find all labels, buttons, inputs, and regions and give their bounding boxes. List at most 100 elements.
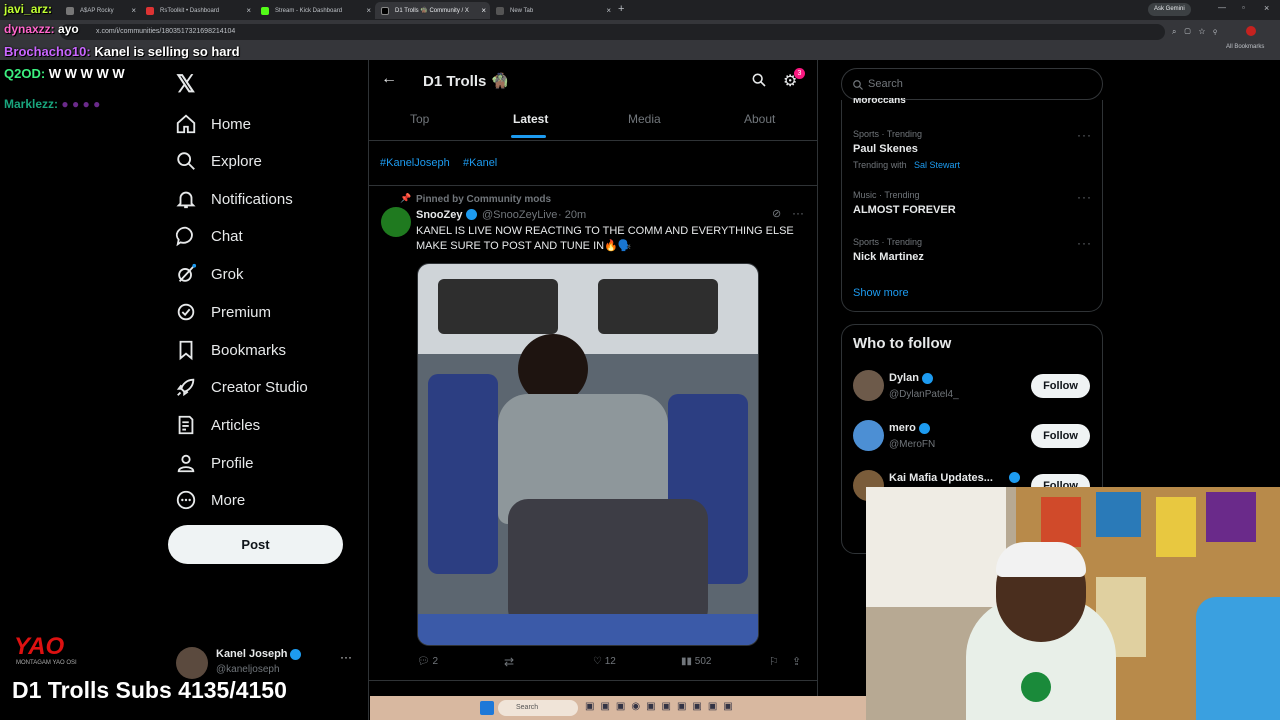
chat-message: Brochacho10: Kanel is selling so hard <box>4 44 240 59</box>
browser-tab[interactable]: A$AP Rocky × <box>60 2 140 19</box>
trend-name[interactable]: Paul Skenes <box>853 143 918 155</box>
community-title: D1 Trolls 🧌 <box>423 73 510 90</box>
taskbar-search[interactable]: Search <box>498 700 578 716</box>
webcam-chair <box>1196 597 1280 720</box>
close-window-icon[interactable]: × <box>1264 3 1269 13</box>
tab-top[interactable]: Top <box>410 112 429 126</box>
chat-username: Marklezz: <box>4 97 59 111</box>
nav-label: More <box>211 491 246 509</box>
reply-button[interactable]: 💬︎ 2 <box>417 656 438 667</box>
post-more-icon[interactable]: ··· <box>792 206 804 220</box>
browser-tab[interactable]: RsToolkit • Dashboard × <box>140 2 255 19</box>
chat-username: Q2OD: <box>4 66 46 81</box>
trend-more-icon[interactable]: ··· <box>1077 236 1092 250</box>
bookmark-icon[interactable]: ⚐ <box>769 655 779 668</box>
close-icon[interactable]: × <box>606 6 611 15</box>
chat-message: javi_arz: <box>4 2 52 16</box>
suggestion-handle[interactable]: @DylanPatel4_ <box>889 389 959 400</box>
webcam-crest <box>1021 672 1051 702</box>
trend-more-icon[interactable]: ··· <box>1077 128 1092 142</box>
profile-avatar[interactable] <box>1246 26 1256 36</box>
post-button[interactable]: Post <box>168 525 343 564</box>
post-time[interactable]: · 20m <box>558 209 586 221</box>
nav-explore[interactable]: Explore <box>175 146 262 176</box>
image-pants <box>508 499 708 629</box>
share-icon[interactable]: ⇪ <box>792 655 801 668</box>
all-bookmarks[interactable]: All Bookmarks <box>1226 44 1264 50</box>
nav-premium[interactable]: Premium <box>175 297 271 327</box>
new-tab-icon[interactable]: + <box>618 3 624 15</box>
nav-chat[interactable]: Chat <box>175 221 243 251</box>
nav-label: Bookmarks <box>211 341 287 359</box>
nav-creator-studio[interactable]: Creator Studio <box>175 372 308 402</box>
tab-favicon <box>381 6 389 15</box>
close-icon[interactable]: × <box>481 6 486 15</box>
image-floor-seat <box>418 614 758 645</box>
close-icon[interactable]: × <box>246 6 251 15</box>
home-icon <box>176 114 196 134</box>
suggestion-name[interactable]: mero <box>889 422 916 434</box>
chat-message: dynaxzz: ayo <box>4 22 79 36</box>
follow-button[interactable]: Follow <box>1031 424 1090 448</box>
suggestion-handle[interactable]: @MeroFN <box>889 439 935 450</box>
back-arrow-icon[interactable]: ← <box>381 70 397 88</box>
search-icon[interactable] <box>751 72 767 88</box>
nav-grok[interactable]: Grok <box>175 259 244 289</box>
ask-gemini-button[interactable]: Ask Gemini <box>1148 3 1191 16</box>
browser-toolbar-icons[interactable]: ⌕▢☆⚲ <box>1172 27 1225 37</box>
url-input[interactable]: x.com/i/communities/1803517321698214104 <box>60 24 1165 40</box>
avatar[interactable] <box>853 420 884 451</box>
trend-with-link[interactable]: Sal Stewart <box>914 160 960 170</box>
nav-articles[interactable]: Articles <box>175 410 260 440</box>
browser-tab-active[interactable]: D1 Trolls 🧌 Community / X × <box>375 2 490 19</box>
account-more-icon[interactable]: ··· <box>340 650 352 664</box>
close-icon[interactable]: × <box>131 6 136 15</box>
trend-partial[interactable]: Moroccans <box>853 98 906 106</box>
windows-start-icon[interactable] <box>480 701 494 715</box>
nav-more[interactable]: More <box>175 485 245 515</box>
browser-tab[interactable]: New Tab × <box>490 2 615 19</box>
suggestion-name[interactable]: Dylan <box>889 372 919 384</box>
trend-name[interactable]: Nick Martinez <box>853 251 924 263</box>
follow-button[interactable]: Follow <box>1031 374 1090 398</box>
views-button[interactable]: ▮▮ 502 <box>681 656 711 667</box>
close-icon[interactable]: × <box>366 6 371 15</box>
hashtag-link[interactable]: #KanelJoseph <box>380 157 450 169</box>
post-handle[interactable]: @SnooZeyLive <box>482 209 557 221</box>
maximize-icon[interactable]: ▫ <box>1242 3 1245 12</box>
avatar[interactable] <box>853 370 884 401</box>
avatar[interactable] <box>381 207 411 237</box>
trend-more-icon[interactable]: ··· <box>1077 190 1092 204</box>
post-author[interactable]: SnooZey <box>416 209 462 221</box>
nav-notifications[interactable]: Notifications <box>175 184 293 214</box>
tab-media[interactable]: Media <box>628 112 661 126</box>
search-input[interactable]: Search <box>841 68 1103 100</box>
trend-name[interactable]: ALMOST FOREVER <box>853 204 956 216</box>
tab-about[interactable]: About <box>744 112 775 126</box>
webcam-poster <box>1206 492 1256 542</box>
nav-profile[interactable]: Profile <box>175 448 254 478</box>
bookmark-icon <box>179 340 193 361</box>
webcam-blinds <box>866 487 1006 607</box>
divider <box>369 140 818 141</box>
post-image[interactable] <box>417 263 759 646</box>
x-logo-icon[interactable]: 𝕏 <box>176 70 195 99</box>
repost-icon[interactable]: ⇄ <box>504 655 514 669</box>
grok-icon[interactable]: ⊘ <box>772 207 781 220</box>
rocket-icon <box>176 378 195 397</box>
nav-home[interactable]: Home <box>175 109 251 139</box>
tab-favicon <box>496 6 504 15</box>
like-button[interactable]: ♡ 12 <box>593 656 616 667</box>
pin-icon: 📌 <box>400 193 412 203</box>
minimize-icon[interactable]: — <box>1218 3 1226 12</box>
hashtag-link[interactable]: #Kanel <box>463 157 497 169</box>
suggestion-name[interactable]: Kai Mafia Updates... <box>889 472 993 484</box>
premium-icon <box>177 303 195 321</box>
nav-label: Notifications <box>211 190 293 208</box>
taskbar-app-icons[interactable]: ▣▣▣◉▣▣▣▣▣▣ <box>585 701 785 715</box>
browser-tab[interactable]: Stream - Kick Dashboard × <box>255 2 375 19</box>
show-more-link[interactable]: Show more <box>853 287 909 299</box>
nav-bookmarks[interactable]: Bookmarks <box>175 335 286 365</box>
trend-category: Music · Trending <box>853 190 920 200</box>
tab-latest[interactable]: Latest <box>513 112 548 126</box>
